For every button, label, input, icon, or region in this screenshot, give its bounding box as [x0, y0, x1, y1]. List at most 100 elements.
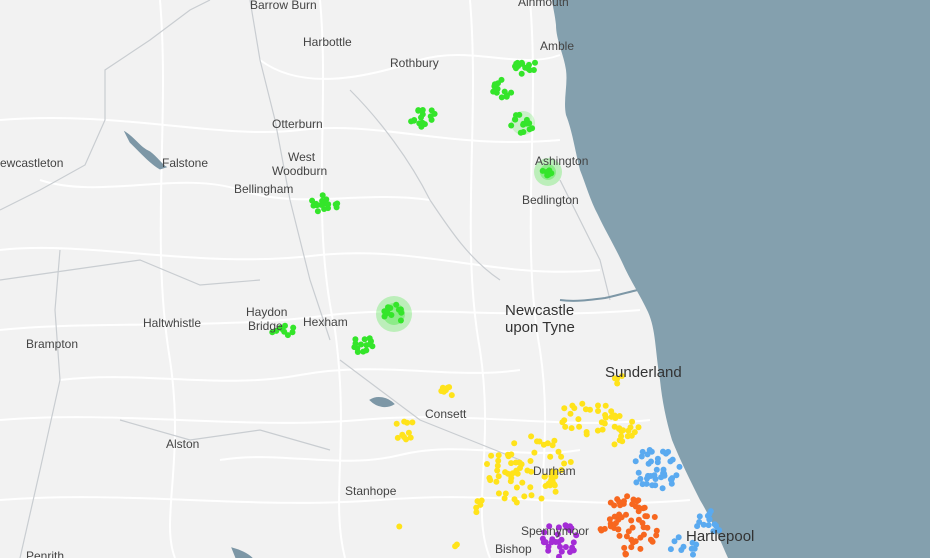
green-data-point	[360, 348, 367, 355]
yellow-data-point	[583, 429, 590, 435]
green-data-point	[388, 312, 395, 318]
yellow-data-point	[477, 501, 484, 508]
orange-data-point	[635, 516, 642, 523]
place-bellingham: Bellingham	[234, 182, 293, 196]
yellow-data-point	[624, 433, 631, 440]
orange-data-point	[632, 538, 639, 545]
place-spennymoor: Spennymoor	[521, 524, 589, 538]
place-haltwhistle: Haltwhistle	[143, 316, 201, 330]
yellow-data-point	[631, 429, 638, 436]
yellow-data-point	[611, 441, 618, 448]
green-data-point	[526, 61, 532, 68]
yellow-data-point	[579, 400, 586, 407]
orange-data-point	[642, 513, 649, 520]
yellow-data-point	[518, 461, 525, 468]
yellow-data-point	[602, 402, 609, 409]
green-data-point	[332, 201, 339, 208]
place-bridge: Bridge	[248, 319, 283, 333]
yellow-data-point	[568, 425, 575, 432]
yellow-data-point	[488, 452, 495, 459]
green-data-point	[418, 114, 424, 121]
blue-data-point	[651, 472, 658, 479]
green-data-point	[431, 110, 438, 117]
green-data-point	[369, 343, 376, 350]
map-canvas: Barrow Burn Alnmouth Harbottle Amble Rot…	[0, 0, 930, 558]
orange-data-point	[597, 526, 604, 533]
yellow-data-point	[528, 492, 535, 499]
place-west: West	[288, 150, 316, 164]
blue-data-point	[696, 513, 703, 520]
green-data-point	[518, 59, 525, 66]
place-consett: Consett	[425, 407, 467, 421]
green-data-point	[411, 117, 418, 123]
yellow-data-point	[504, 451, 511, 458]
blue-data-point	[652, 482, 659, 489]
place-stanhope: Stanhope	[345, 484, 397, 498]
blue-data-point	[669, 456, 676, 463]
green-data-point	[397, 317, 404, 324]
yellow-data-point	[561, 405, 568, 412]
green-data-point	[393, 301, 400, 308]
place-hartlepool: Hartlepool	[686, 528, 754, 545]
purple-data-point	[548, 539, 555, 546]
purple-data-point	[567, 549, 573, 555]
yellow-data-point	[502, 490, 509, 497]
yellow-data-point	[569, 402, 576, 409]
green-data-point	[416, 120, 423, 127]
place-rothbury: Rothbury	[390, 56, 439, 70]
place-amble: Amble	[540, 39, 574, 53]
blue-data-point	[645, 460, 652, 467]
yellow-data-point	[629, 418, 636, 425]
place-bishop: Bishop	[495, 542, 532, 556]
yellow-data-point	[540, 441, 547, 448]
yellow-data-point	[618, 433, 625, 440]
yellow-data-point	[519, 479, 526, 486]
purple-data-point	[540, 539, 547, 546]
yellow-data-point	[484, 461, 490, 467]
green-data-point	[498, 94, 505, 101]
green-data-point	[508, 122, 515, 129]
green-data-point	[363, 342, 370, 349]
blue-data-point	[668, 480, 675, 487]
place-harbottle: Harbottle	[303, 35, 352, 49]
yellow-data-point	[407, 434, 414, 441]
yellow-data-point	[448, 392, 455, 399]
yellow-data-point	[549, 442, 556, 449]
blue-data-point	[711, 521, 718, 528]
blue-data-point	[676, 463, 683, 470]
orange-data-point	[611, 502, 618, 509]
purple-data-point	[545, 547, 552, 554]
yellow-data-point	[547, 453, 554, 460]
blue-data-point	[700, 521, 707, 528]
orange-data-point	[640, 531, 647, 538]
yellow-data-point	[627, 424, 634, 431]
yellow-data-point	[507, 478, 514, 485]
orange-data-point	[606, 516, 613, 523]
purple-data-point	[558, 548, 565, 555]
yellow-data-point	[409, 419, 416, 426]
map-view[interactable]: Barrow Burn Alnmouth Harbottle Amble Rot…	[0, 0, 930, 558]
yellow-data-point	[575, 416, 582, 423]
yellow-data-point	[495, 490, 502, 497]
orange-data-point	[625, 528, 632, 535]
blue-data-point	[667, 546, 674, 553]
green-data-point	[501, 88, 508, 95]
yellow-data-point	[587, 406, 593, 413]
place-hexham: Hexham	[303, 315, 348, 329]
yellow-data-point	[562, 423, 569, 430]
yellow-data-point	[555, 448, 562, 455]
blue-data-point	[660, 448, 666, 455]
place-haydon: Haydon	[246, 305, 287, 319]
green-data-point	[508, 89, 515, 96]
green-data-point	[498, 76, 505, 83]
orange-data-point	[618, 514, 625, 521]
orange-data-point	[629, 501, 636, 508]
purple-data-point	[555, 539, 562, 545]
yellow-data-point	[601, 420, 608, 427]
place-otterburn: Otterburn	[272, 117, 323, 131]
yellow-data-point	[521, 493, 528, 500]
orange-data-point	[622, 551, 629, 558]
green-data-point	[526, 67, 533, 74]
place-sunderland: Sunderland	[605, 364, 682, 381]
blue-data-point	[639, 448, 646, 455]
